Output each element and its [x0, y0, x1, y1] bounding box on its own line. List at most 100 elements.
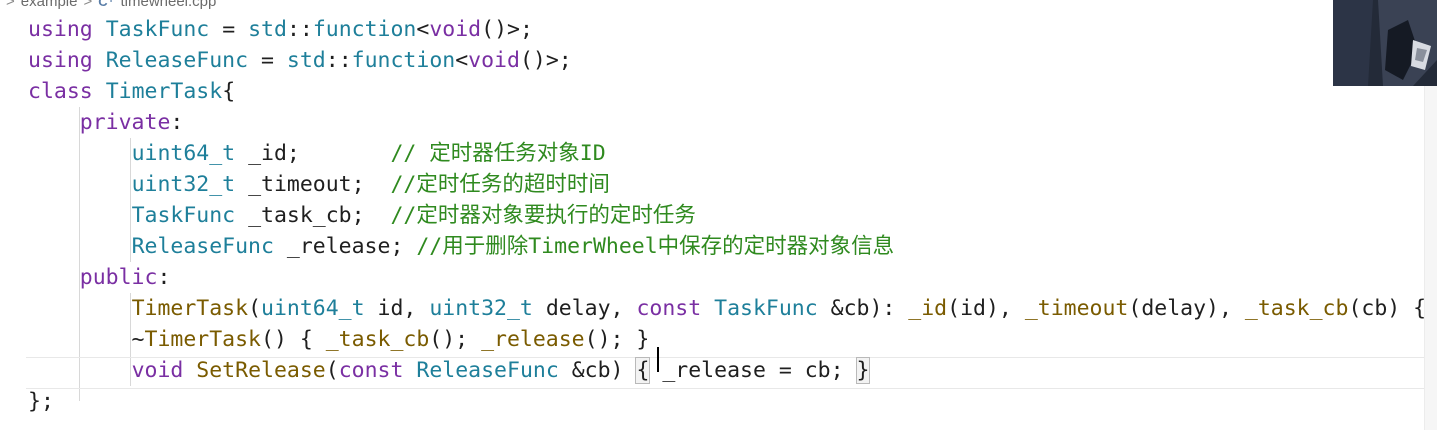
code-line[interactable]: }; — [28, 386, 54, 417]
code-keyword: using — [28, 17, 93, 42]
code-text: = — [248, 48, 287, 73]
code-identifier: TimerTask — [131, 296, 249, 321]
code-keyword: public — [79, 265, 158, 290]
code-text: ()>; — [481, 17, 533, 42]
code-text: :: — [286, 17, 313, 42]
code-text: < — [455, 48, 469, 73]
code-line[interactable]: uint32_t _timeout; //定时任务的超时时间 — [28, 169, 610, 200]
code-text: :: — [325, 48, 352, 73]
breadcrumb: > example > C⁺ timewheel.cpp — [0, 0, 1330, 14]
code-line[interactable]: public: — [28, 262, 171, 293]
chevron-right-icon: > — [6, 0, 15, 10]
code-text: (delay), — [1128, 296, 1245, 321]
code-text: ()>; — [519, 48, 572, 73]
code-identifier: _release — [481, 327, 585, 352]
code-line[interactable]: class TimerTask{ — [28, 76, 235, 107]
code-identifier: SetRelease — [196, 358, 326, 383]
code-type: function — [312, 17, 417, 42]
code-comment: //定时器对象要执行的定时任务 — [390, 203, 696, 228]
code-identifier: _task_cb — [1244, 296, 1349, 321]
code-text: (); — [429, 327, 482, 352]
code-editor[interactable]: using TaskFunc = std::function<void()>; u… — [0, 14, 1437, 430]
code-keyword: using — [28, 48, 93, 73]
code-identifier: _task_cb — [325, 327, 430, 352]
matched-bracket: } — [855, 357, 871, 384]
code-keyword: const — [636, 296, 702, 321]
code-type: TimerTask — [105, 79, 223, 104]
code-text: &cb): — [817, 296, 909, 321]
code-text: : — [170, 110, 184, 135]
text-caret — [657, 347, 659, 372]
code-line[interactable]: void SetRelease(const ReleaseFunc &cb) {… — [28, 355, 871, 386]
code-type: uint32_t — [429, 296, 533, 321]
code-comment: // 定时器任务对象ID — [390, 141, 606, 166]
code-text: _task_cb; — [235, 203, 391, 228]
code-keyword: void — [468, 48, 520, 73]
code-text: id, — [364, 296, 430, 321]
code-text: &cb) — [558, 358, 637, 383]
code-type: function — [351, 48, 456, 73]
code-text: delay, — [532, 296, 637, 321]
code-type: TaskFunc — [131, 203, 236, 228]
code-line[interactable]: using TaskFunc = std::function<void()>; — [28, 14, 533, 45]
code-type: TaskFunc — [105, 17, 210, 42]
code-text: { — [222, 79, 236, 104]
code-text: ~ — [28, 327, 145, 352]
code-line[interactable]: TimerTask(uint64_t id, uint32_t delay, c… — [28, 293, 1437, 324]
breadcrumb-folder[interactable]: example — [21, 0, 78, 9]
code-text: ( — [325, 358, 339, 383]
code-text: () { — [261, 327, 326, 352]
code-comment: //用于删除TimerWheel中保存的定时器对象信息 — [416, 234, 895, 259]
code-text: _release = cb; — [649, 358, 857, 383]
code-type: std — [248, 17, 287, 42]
code-type: TaskFunc — [714, 296, 818, 321]
code-type: ReleaseFunc — [105, 48, 249, 73]
code-identifier: TimerTask — [144, 327, 262, 352]
code-text: (id), — [947, 296, 1025, 321]
code-line[interactable]: TaskFunc _task_cb; //定时器对象要执行的定时任务 — [28, 200, 696, 231]
code-identifier: _id — [908, 296, 948, 321]
matched-bracket: { — [635, 357, 651, 384]
cpp-file-icon: C⁺ — [98, 0, 115, 9]
code-text: = — [209, 17, 249, 42]
code-line[interactable]: ~TimerTask() { _task_cb(); _release(); } — [28, 324, 650, 355]
code-text: _timeout; — [235, 172, 391, 197]
code-line[interactable]: uint64_t _id; // 定时器任务对象ID — [28, 138, 606, 169]
code-line[interactable]: ReleaseFunc _release; //用于删除TimerWheel中保… — [28, 231, 895, 262]
code-line[interactable]: private: — [28, 107, 184, 138]
breadcrumb-file[interactable]: timewheel.cpp — [120, 0, 216, 9]
code-line[interactable]: using ReleaseFunc = std::function<void()… — [28, 45, 572, 76]
code-comment: //定时任务的超时时间 — [390, 172, 610, 197]
code-type: std — [286, 48, 326, 73]
code-type: ReleaseFunc — [131, 234, 274, 259]
code-keyword: private — [79, 110, 171, 135]
code-text: : — [157, 265, 171, 290]
code-keyword: void — [429, 17, 482, 42]
code-type: ReleaseFunc — [416, 358, 559, 383]
code-type: uint64_t — [261, 296, 365, 321]
code-text: < — [416, 17, 430, 42]
code-identifier: _timeout — [1024, 296, 1129, 321]
code-text: }; — [28, 389, 54, 414]
code-text: (); } — [584, 327, 650, 352]
chevron-right-icon: > — [83, 0, 93, 10]
code-text: _release; — [273, 234, 417, 259]
code-keyword: void — [131, 358, 184, 383]
code-text: _id; — [235, 141, 391, 166]
code-text: ( — [248, 296, 262, 321]
webcam-overlay — [1333, 0, 1437, 86]
code-type: uint32_t — [131, 172, 236, 197]
code-type: uint64_t — [131, 141, 236, 166]
